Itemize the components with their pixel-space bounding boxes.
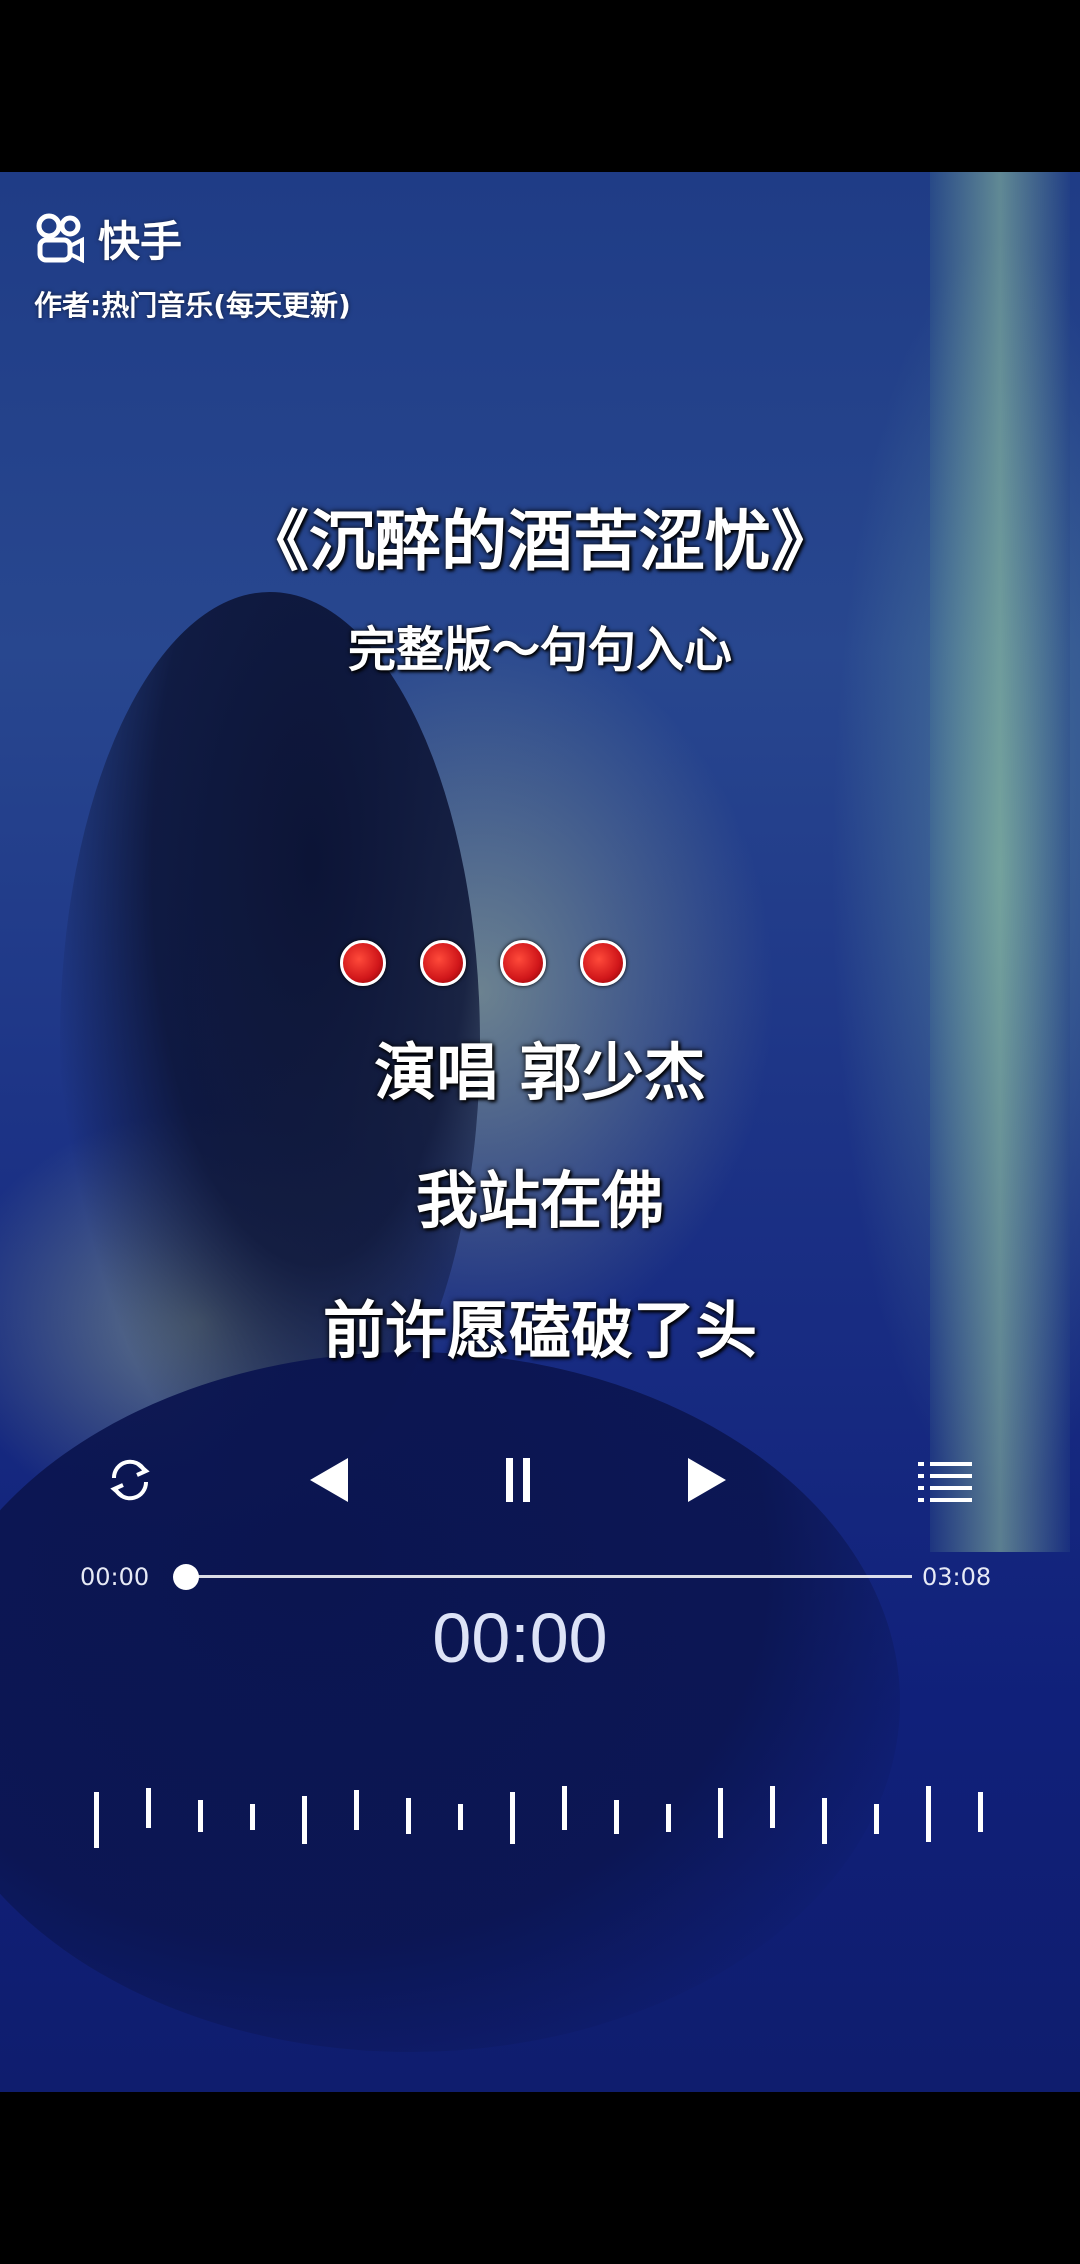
visualizer-bar [354,1790,359,1830]
repeat-button[interactable] [90,1440,170,1520]
next-icon [688,1458,726,1502]
countdown-dot [500,940,546,986]
visualizer-bar [822,1798,827,1844]
current-time: 00:00 [80,1563,150,1591]
kuaishou-logo: 快手 [34,208,182,269]
song-title: 《沉醉的酒苦涩忧》 [243,503,837,580]
previous-icon [310,1458,348,1502]
song-subtitle: 完整版～句句入心 [347,622,732,678]
author-label: 作者:热门音乐(每天更新) [34,289,351,322]
visualizer-bar [718,1788,723,1838]
lyric-line-2: 我站在佛 [415,1164,664,1237]
playlist-icon [918,1462,972,1502]
visualizer-bar [146,1788,151,1828]
total-time: 03:08 [922,1563,992,1591]
pause-button[interactable] [478,1440,558,1520]
visualizer-bar [562,1786,567,1830]
elapsed-time-large: 00:00 [432,1599,608,1677]
player-controls [0,1440,1080,1520]
repeat-icon [110,1459,150,1501]
visualizer-bar [198,1800,203,1832]
visualizer-bar [666,1804,671,1832]
visualizer-bar [770,1786,775,1828]
visualizer-bar [614,1800,619,1834]
visualizer-bar [94,1792,99,1848]
countdown-dots [340,940,626,986]
visualizer-bar [926,1786,931,1842]
lyric-line-1: 演唱 郭少杰 [374,1036,706,1109]
countdown-dot [580,940,626,986]
previous-button[interactable] [290,1440,370,1520]
visualizer-bar [406,1798,411,1834]
countdown-dot [340,940,386,986]
progress-track[interactable] [186,1575,912,1578]
kuaishou-logo-icon [36,213,84,263]
logo-text: 快手 [98,217,183,266]
countdown-dot [420,940,466,986]
visualizer-bar [458,1804,463,1830]
letterbox-bottom [0,2092,1080,2264]
next-button[interactable] [666,1440,746,1520]
visualizer-bar [510,1792,515,1844]
playlist-button[interactable] [906,1440,986,1520]
audio-visualizer [94,1786,983,1848]
progress-thumb[interactable] [173,1564,199,1590]
letterbox-top [0,0,1080,172]
visualizer-bar [302,1796,307,1844]
visualizer-bar [978,1792,983,1832]
lyric-line-3: 前许愿磕破了头 [322,1294,757,1367]
visualizer-bar [874,1804,879,1834]
visualizer-bar [250,1804,255,1830]
pause-icon [506,1458,530,1502]
